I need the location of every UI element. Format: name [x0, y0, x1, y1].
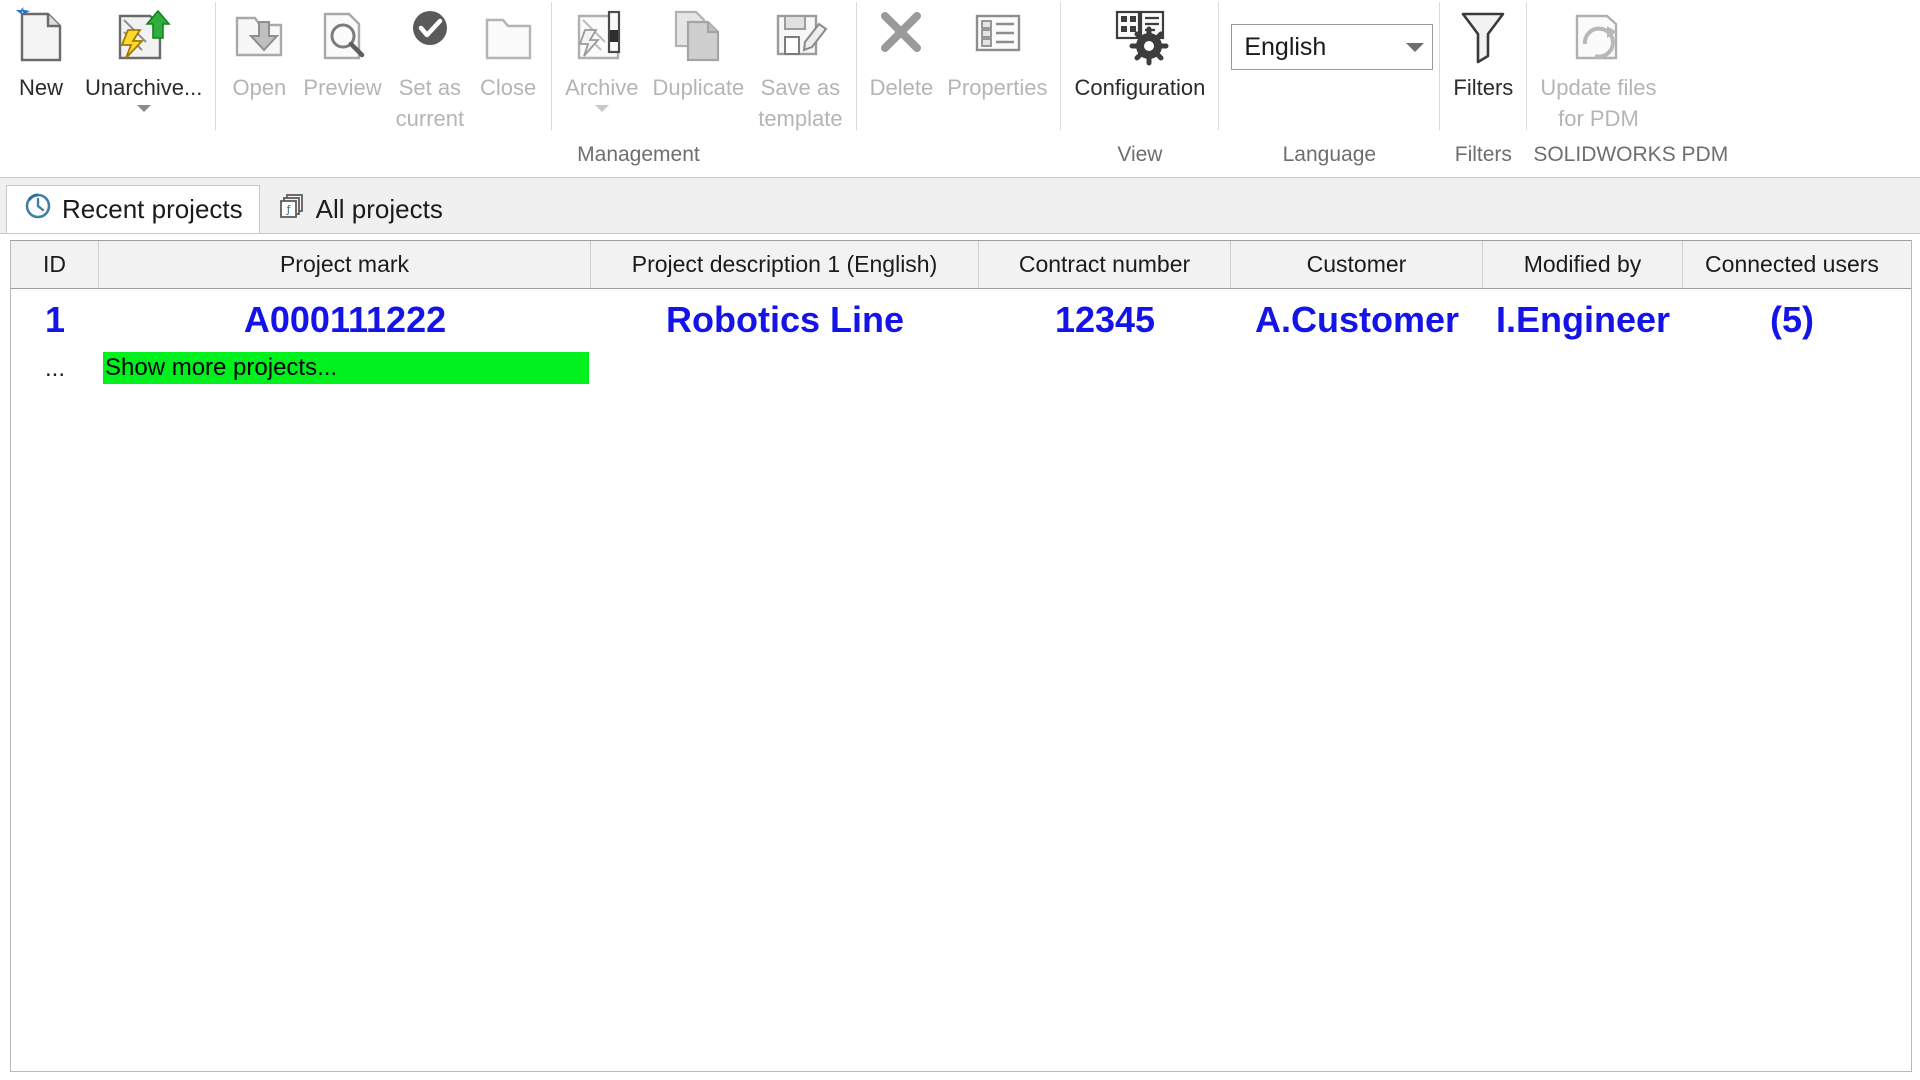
duplicate-button[interactable]: Duplicate	[645, 0, 751, 103]
ribbon-group-language: English Language	[1225, 0, 1433, 176]
cell-customer: A.Customer	[1231, 289, 1483, 351]
cell-connected-users: (5)	[1683, 289, 1901, 351]
ribbon-separator	[1218, 2, 1219, 130]
projects-grid-header: ID Project mark Project description 1 (E…	[11, 241, 1911, 289]
column-header-customer[interactable]: Customer	[1231, 241, 1483, 288]
projects-grid-container: ID Project mark Project description 1 (E…	[0, 234, 1920, 1080]
configuration-button[interactable]: Configuration	[1067, 0, 1212, 103]
language-select[interactable]: English	[1231, 24, 1433, 70]
cell-project-mark: A000111222	[99, 289, 591, 351]
column-header-id[interactable]: ID	[11, 241, 99, 288]
unarchive-button[interactable]: Unarchive...	[78, 0, 209, 112]
ribbon-separator	[1526, 2, 1527, 130]
delete-x-icon	[874, 4, 928, 70]
new-document-icon	[12, 4, 70, 70]
pdm-refresh-icon	[1567, 4, 1629, 70]
filters-button[interactable]: Filters	[1446, 0, 1520, 103]
properties-button-label: Properties	[947, 72, 1047, 103]
archive-button-label: Archive	[565, 72, 638, 103]
tab-all-projects-label: All projects	[316, 194, 443, 225]
ribbon-separator	[1439, 2, 1440, 130]
table-row[interactable]: 1 A000111222 Robotics Line 12345 A.Custo…	[11, 289, 1911, 351]
cell-description: Robotics Line	[591, 289, 979, 351]
ribbon-toolbar: New Unarchive...	[0, 0, 1920, 178]
check-badge-icon	[402, 4, 458, 70]
ribbon-group-view: Configuration View	[1067, 0, 1212, 176]
set-as-current-button-label: Set as current	[396, 72, 464, 134]
save-as-template-button[interactable]: Save as template	[751, 0, 849, 134]
set-as-current-button[interactable]: Set as current	[389, 0, 471, 134]
duplicate-pages-icon	[668, 4, 728, 70]
ribbon-separator	[551, 2, 552, 130]
delete-button-label: Delete	[870, 72, 934, 103]
unarchive-icon	[108, 4, 180, 70]
archive-icon	[569, 4, 635, 70]
projects-grid-body: 1 A000111222 Robotics Line 12345 A.Custo…	[11, 289, 1911, 1071]
ribbon-separator	[856, 2, 857, 130]
chevron-down-icon[interactable]	[595, 105, 609, 112]
properties-list-icon	[968, 4, 1026, 70]
column-header-description[interactable]: Project description 1 (English)	[591, 241, 979, 288]
update-files-for-pdm-button[interactable]: Update files for PDM	[1533, 0, 1663, 134]
delete-button[interactable]: Delete	[863, 0, 941, 103]
ribbon-group-management-label: Management	[222, 140, 1054, 174]
close-button[interactable]: Close	[471, 0, 545, 103]
project-manager-window: New Unarchive...	[0, 0, 1920, 1080]
ribbon-group-management: Open Preview	[222, 0, 1054, 176]
open-button[interactable]: Open	[222, 0, 296, 103]
cell-contract-number: 12345	[979, 289, 1231, 351]
preview-button-label: Preview	[303, 72, 381, 103]
funnel-filter-icon	[1454, 4, 1512, 70]
close-folder-icon	[479, 4, 537, 70]
update-files-for-pdm-button-label: Update files for PDM	[1540, 72, 1656, 134]
language-select-value: English	[1244, 33, 1326, 62]
cell-modified-by: I.Engineer	[1483, 289, 1683, 351]
column-header-modified-by[interactable]: Modified by	[1483, 241, 1683, 288]
chevron-down-icon[interactable]	[1406, 43, 1424, 52]
ribbon-group-filters-label: Filters	[1446, 140, 1520, 174]
tab-all-projects[interactable]: ƒ All projects	[260, 185, 460, 233]
open-button-label: Open	[232, 72, 286, 103]
save-as-template-button-label: Save as template	[758, 72, 842, 134]
configuration-gear-icon	[1109, 4, 1171, 70]
show-more-projects-link[interactable]: Show more projects...	[99, 351, 591, 385]
archive-button[interactable]: Archive	[558, 0, 645, 112]
ribbon-separator	[1060, 2, 1061, 130]
stacked-projects-icon: ƒ	[277, 191, 307, 228]
ribbon-separator	[215, 2, 216, 130]
chevron-down-icon[interactable]	[137, 105, 151, 112]
properties-button[interactable]: Properties	[940, 0, 1054, 103]
ribbon-group-language-label: Language	[1225, 140, 1433, 174]
duplicate-button-label: Duplicate	[652, 72, 744, 103]
ribbon-group-new-label	[4, 140, 209, 174]
preview-button[interactable]: Preview	[296, 0, 388, 103]
tab-recent-projects[interactable]: Recent projects	[6, 185, 260, 233]
filters-button-label: Filters	[1453, 72, 1513, 103]
new-button-label: New	[19, 72, 63, 103]
column-header-contract-number[interactable]: Contract number	[979, 241, 1231, 288]
preview-magnifier-icon	[313, 4, 373, 70]
column-header-connected-users[interactable]: Connected users	[1683, 241, 1901, 288]
clock-history-icon	[23, 191, 53, 228]
open-folder-icon	[229, 4, 289, 70]
show-more-ellipsis: ...	[11, 351, 99, 385]
ribbon-group-view-label: View	[1067, 140, 1212, 174]
new-button[interactable]: New	[4, 0, 78, 103]
projects-grid: ID Project mark Project description 1 (E…	[10, 240, 1912, 1072]
close-button-label: Close	[480, 72, 536, 103]
ribbon-group-pdm: Update files for PDM SOLIDWORKS PDM	[1533, 0, 1728, 176]
ribbon-group-new: New Unarchive...	[4, 0, 209, 176]
ribbon-group-pdm-label: SOLIDWORKS PDM	[1533, 140, 1728, 174]
cell-id: 1	[11, 289, 99, 351]
show-more-projects-label: Show more projects...	[103, 352, 589, 384]
tab-recent-projects-label: Recent projects	[62, 194, 243, 225]
save-template-icon	[769, 4, 831, 70]
ribbon-group-filters: Filters Filters	[1446, 0, 1520, 176]
column-header-project-mark[interactable]: Project mark	[99, 241, 591, 288]
configuration-button-label: Configuration	[1074, 72, 1205, 103]
show-more-row[interactable]: ... Show more projects...	[11, 351, 1911, 385]
unarchive-button-label: Unarchive...	[85, 72, 202, 103]
projects-tabstrip: Recent projects ƒ All projects	[0, 178, 1920, 234]
